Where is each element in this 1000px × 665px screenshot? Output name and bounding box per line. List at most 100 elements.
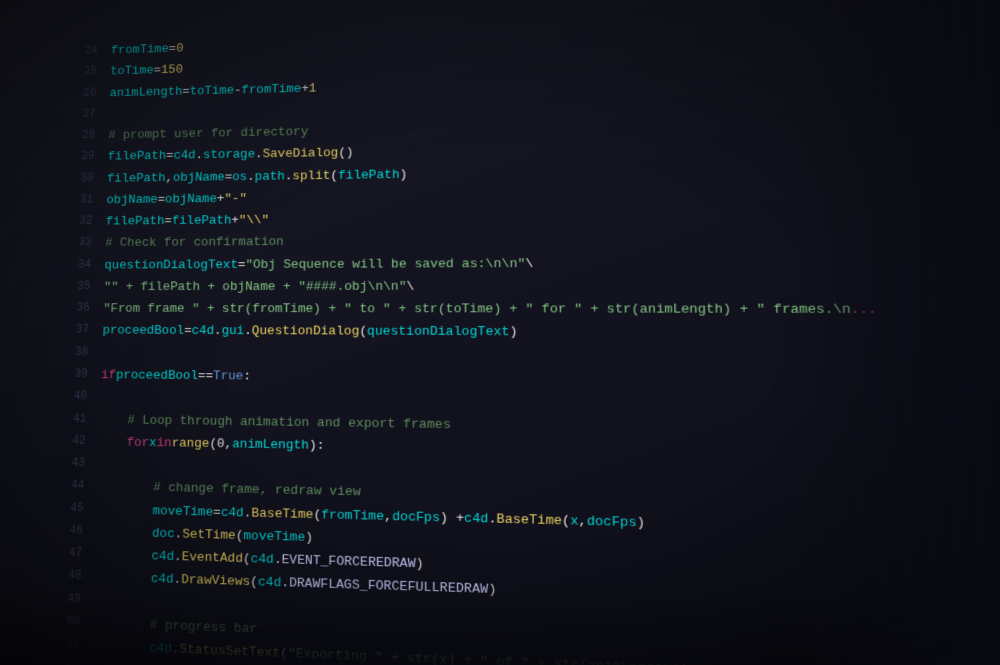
line-number: 46 <box>46 521 83 541</box>
code-token: range <box>171 434 209 456</box>
code-token: \ <box>406 277 414 299</box>
code-token: moveTime <box>152 501 213 524</box>
code-token: ) <box>680 659 689 665</box>
code-token: ) <box>509 323 517 345</box>
line-number: 33 <box>56 234 92 253</box>
code-token: ): <box>309 436 325 458</box>
code-token: fromTime <box>111 40 169 62</box>
code-token: QuestionDialog <box>252 322 360 344</box>
code-token: ) <box>637 512 646 535</box>
code-token: ) <box>488 580 496 603</box>
code-token: "" + filePath + objName + "####.obj\n\n" <box>104 277 407 299</box>
code-token: storage <box>203 145 256 167</box>
code-token: == <box>198 366 214 388</box>
code-token: c4d <box>464 508 488 531</box>
code-token: c4d <box>191 322 214 343</box>
code-token: # Check for confirmation <box>105 233 284 255</box>
line-number: 51 <box>42 634 79 655</box>
code-token: , <box>384 506 392 529</box>
code-token: animLength <box>232 434 309 457</box>
code-token: "From frame " + str(fromTime) + " to " +… <box>103 300 851 323</box>
code-token: os <box>232 167 247 188</box>
code-token: . <box>488 509 496 532</box>
line-number: 35 <box>54 278 90 297</box>
code-token: SetTime <box>182 525 236 548</box>
line-number: 42 <box>49 432 86 452</box>
code-token: c4d <box>250 549 274 572</box>
code-token: filePath <box>107 147 166 169</box>
code-token: if <box>101 366 116 387</box>
code-token: c4d <box>149 639 172 662</box>
code-token: True <box>213 367 244 389</box>
code-token: ) <box>400 165 408 186</box>
code-token: c4d <box>258 573 282 596</box>
line-number: 47 <box>45 544 82 564</box>
line-number: 49 <box>44 589 81 610</box>
code-token: ) <box>305 528 313 550</box>
code-content: 24fromTime = 025toTime = 15026animLength… <box>89 16 1000 665</box>
code-token: toTime <box>189 81 234 103</box>
code-token: c4d <box>151 569 174 592</box>
line-number: 34 <box>55 256 91 275</box>
code-token: questionDialogText <box>367 322 509 344</box>
code-token: # prompt user for directory <box>108 123 308 147</box>
code-token: : <box>243 367 251 389</box>
code-line: 34questionDialogText = "Obj Sequence wil… <box>104 252 988 277</box>
code-token: docFps <box>587 511 637 535</box>
code-token: c4d <box>151 547 174 570</box>
code-token: " <box>239 189 247 210</box>
code-token: c4d <box>221 503 244 526</box>
line-number: 30 <box>58 170 94 189</box>
code-token: filePath <box>172 211 232 232</box>
line-number: 50 <box>43 612 80 633</box>
code-token: path <box>254 167 284 188</box>
line-number: 41 <box>50 409 87 428</box>
code-token: BaseTime <box>251 503 313 527</box>
code-token: toTime <box>110 62 154 83</box>
code-token: ( <box>562 511 570 534</box>
code-token: 150 <box>161 61 183 82</box>
code-token: "Obj Sequence will be saved as:\n\n" <box>245 254 525 277</box>
code-token: filePath <box>105 212 164 233</box>
line-number: 45 <box>47 499 84 519</box>
code-line: 36 "From frame " + str(fromTime) + " to … <box>103 300 990 323</box>
code-screenshot: 24fromTime = 025toTime = 15026animLength… <box>0 0 1000 665</box>
code-token: ... <box>850 300 877 323</box>
code-token: in <box>156 433 172 455</box>
code-token: DrawViews <box>181 570 250 594</box>
code-token: () <box>338 144 354 165</box>
line-number: 44 <box>48 476 85 496</box>
code-token: split <box>292 166 330 188</box>
line-number: 24 <box>62 42 98 61</box>
code-token: objName <box>173 168 225 190</box>
code-token: proceedBool <box>116 366 199 388</box>
line-number: 37 <box>53 321 90 340</box>
line-number: 31 <box>57 191 93 210</box>
code-token: doc <box>152 524 175 546</box>
code-token: EVENT_FORCEREDRAW <box>281 550 415 576</box>
line-number: 32 <box>56 213 92 232</box>
code-token: (0, <box>209 434 232 456</box>
code-token: # progress bar <box>149 615 257 641</box>
code-token: gui <box>221 322 244 343</box>
code-token: 0 <box>176 40 184 61</box>
code-token: moveTime <box>243 526 305 550</box>
code-token: , <box>578 511 586 534</box>
code-token: proceedBool <box>102 322 184 343</box>
code-token: questionDialogText <box>104 255 238 277</box>
code-token: SaveDialog <box>262 144 338 166</box>
line-number: 28 <box>59 127 95 146</box>
code-token: fromTime <box>241 79 301 101</box>
line-number: 48 <box>45 566 82 587</box>
code-token: ) + <box>440 508 464 531</box>
code-token: EventAdd <box>181 547 243 571</box>
line-number: 25 <box>61 63 97 82</box>
code-token: x <box>570 511 578 534</box>
code-token: objName <box>165 190 217 211</box>
code-token: StatusSetText <box>179 640 280 665</box>
code-token: animLength <box>109 82 182 104</box>
line-number: 27 <box>60 106 96 125</box>
code-token: ( <box>359 322 367 344</box>
line-number: 40 <box>51 387 88 406</box>
code-token: for <box>126 433 149 455</box>
